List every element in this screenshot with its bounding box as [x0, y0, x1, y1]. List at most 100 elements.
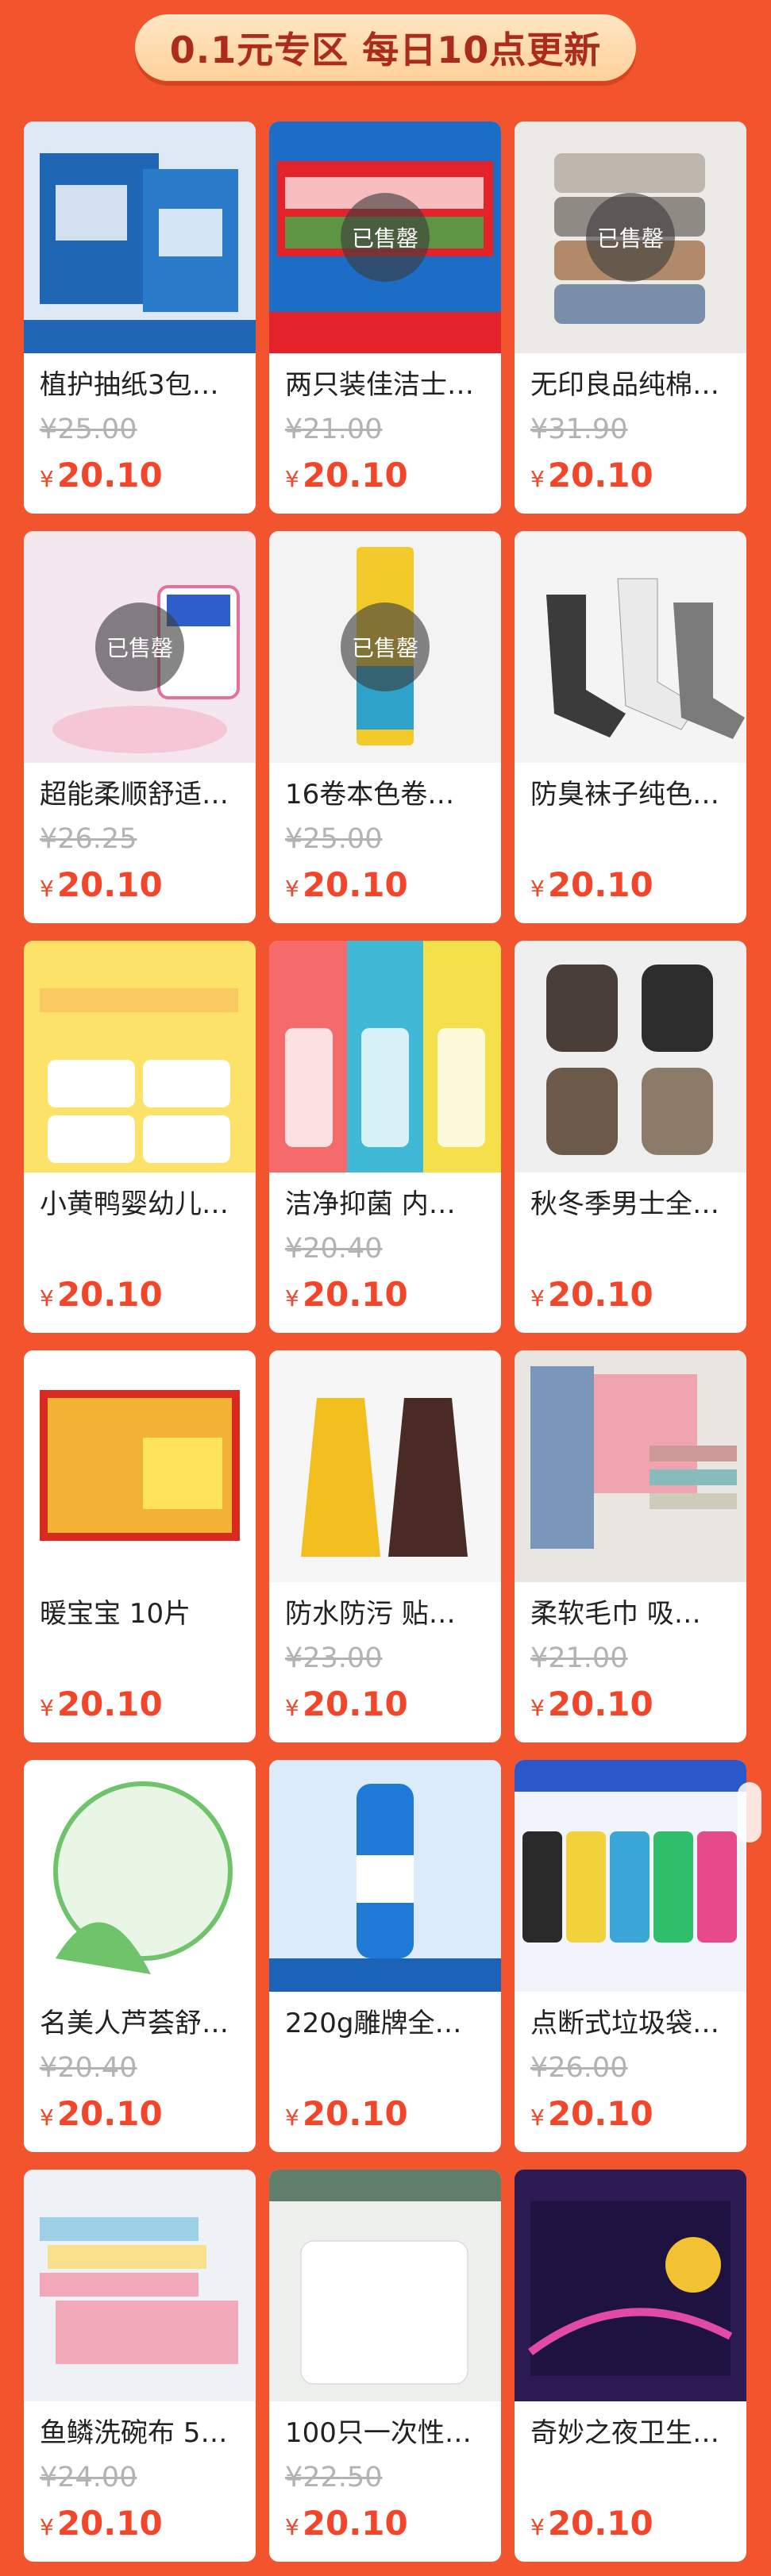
product-name: 100只一次性…	[285, 2417, 472, 2449]
product-card[interactable]: 小黄鸭婴幼儿… ¥20.10	[24, 941, 256, 1333]
product-image[interactable]	[515, 941, 746, 1172]
product-card[interactable]: 奇妙之夜卫生… ¥20.10	[515, 2170, 746, 2562]
product-grid: 植护抽纸3包… ¥25.00 ¥20.10 已售罄 两只装佳洁士… ¥21.00 ¥20.…	[24, 121, 747, 2562]
product-image[interactable]	[515, 1760, 746, 1992]
sale-price: ¥20.10	[40, 864, 163, 913]
product-card[interactable]: 名美人芦荟舒… ¥20.40 ¥20.10	[24, 1760, 256, 2152]
currency-symbol: ¥	[40, 1695, 54, 1721]
original-price: ¥31.90	[530, 414, 628, 445]
product-card[interactable]: 鱼鳞洗碗布 5… ¥24.00 ¥20.10	[24, 2170, 256, 2562]
sale-price: ¥20.10	[40, 1274, 163, 1323]
sold-out-badge: 已售罄	[341, 603, 430, 691]
product-card[interactable]: 防水防污 贴… ¥23.00 ¥20.10	[269, 1350, 501, 1742]
price-amount: 20.10	[547, 456, 653, 495]
product-image[interactable]	[515, 1350, 746, 1582]
product-card[interactable]: 已售罄 两只装佳洁士… ¥21.00 ¥20.10	[269, 121, 501, 514]
price-amount: 20.10	[302, 1275, 408, 1314]
price-amount: 20.10	[302, 2094, 408, 2133]
product-image[interactable]	[24, 941, 256, 1172]
product-image[interactable]	[269, 1350, 501, 1582]
product-name: 暖宝宝 10片	[40, 1598, 191, 1630]
product-card[interactable]: 柔软毛巾 吸… ¥21.00 ¥20.10	[515, 1350, 746, 1742]
product-name: 220g雕牌全…	[285, 2008, 462, 2039]
currency-symbol: ¥	[285, 466, 299, 492]
sold-out-badge: 已售罄	[586, 193, 675, 282]
product-card[interactable]: 100只一次性… ¥22.50 ¥20.10	[269, 2170, 501, 2562]
product-image[interactable]	[515, 2170, 746, 2401]
product-card[interactable]: 植护抽纸3包… ¥25.00 ¥20.10	[24, 121, 256, 514]
price-amount: 20.10	[56, 2094, 163, 2133]
sale-price: ¥20.10	[530, 864, 653, 913]
product-card[interactable]: 暖宝宝 10片 ¥20.10	[24, 1350, 256, 1742]
product-card[interactable]: 已售罄无印良品纯棉… ¥31.90 ¥20.10	[515, 121, 746, 514]
product-name: 无印良品纯棉…	[530, 369, 719, 401]
sale-price: ¥20.10	[285, 455, 408, 503]
sale-price: ¥20.10	[285, 1274, 408, 1323]
currency-symbol: ¥	[285, 2104, 299, 2131]
product-image[interactable]	[269, 941, 501, 1172]
currency-symbol: ¥	[285, 1695, 299, 1721]
product-card[interactable]: 秋冬季男士全… ¥20.10	[515, 941, 746, 1333]
product-image[interactable]: 已售罄	[515, 121, 746, 353]
product-name: 植护抽纸3包…	[40, 369, 219, 401]
product-image[interactable]	[24, 2170, 256, 2401]
sale-price: ¥20.10	[40, 2093, 163, 2142]
product-name: 柔软毛巾 吸…	[530, 1598, 701, 1630]
product-card[interactable]: 防臭袜子纯色… ¥20.10	[515, 531, 746, 923]
sale-price: ¥20.10	[285, 2093, 408, 2142]
original-price: ¥21.00	[530, 1642, 628, 1674]
currency-symbol: ¥	[285, 1285, 299, 1311]
product-name: 超能柔顺舒适…	[40, 779, 229, 811]
price-amount: 20.10	[302, 1685, 408, 1723]
product-name: 防臭袜子纯色…	[530, 779, 719, 811]
product-card[interactable]: 220g雕牌全… ¥20.10	[269, 1760, 501, 2152]
product-image[interactable]	[269, 1760, 501, 1992]
price-amount: 20.10	[302, 456, 408, 495]
price-amount: 20.10	[56, 456, 163, 495]
currency-symbol: ¥	[285, 2514, 299, 2540]
product-image[interactable]: 已售罄	[269, 121, 501, 353]
currency-symbol: ¥	[40, 2104, 54, 2131]
price-amount: 20.10	[547, 1685, 653, 1723]
price-amount: 20.10	[302, 2504, 408, 2543]
product-name: 洁净抑菌 内…	[285, 1188, 456, 1220]
product-card[interactable]: 点断式垃圾袋… ¥26.00 ¥20.10	[515, 1760, 746, 2152]
product-image[interactable]	[24, 1760, 256, 1992]
product-card[interactable]: 已售罄 16卷本色卷… ¥25.00 ¥20.10	[269, 531, 501, 923]
product-image[interactable]	[24, 1350, 256, 1582]
price-amount: 20.10	[302, 865, 408, 904]
product-image[interactable]	[269, 2170, 501, 2401]
currency-symbol: ¥	[40, 2514, 54, 2540]
currency-symbol: ¥	[285, 876, 299, 902]
product-card[interactable]: 已售罄超能柔顺舒适… ¥26.25 ¥20.10	[24, 531, 256, 923]
product-image[interactable]	[515, 531, 746, 763]
currency-symbol: ¥	[530, 2514, 545, 2540]
currency-symbol: ¥	[530, 1695, 545, 1721]
original-price: ¥26.25	[40, 823, 137, 855]
product-name: 鱼鳞洗碗布 5…	[40, 2417, 228, 2449]
product-image[interactable]: 已售罄	[24, 531, 256, 763]
currency-symbol: ¥	[530, 1285, 545, 1311]
sale-price: ¥20.10	[285, 864, 408, 913]
product-image[interactable]: 已售罄	[269, 531, 501, 763]
sale-price: ¥20.10	[285, 1684, 408, 1732]
original-price: ¥25.00	[40, 414, 137, 445]
price-amount: 20.10	[547, 2504, 653, 2543]
price-amount: 20.10	[547, 2094, 653, 2133]
product-card[interactable]: 洁净抑菌 内… ¥20.40 ¥20.10	[269, 941, 501, 1333]
sale-price: ¥20.10	[530, 2503, 653, 2551]
price-amount: 20.10	[56, 1275, 163, 1314]
sale-price: ¥20.10	[530, 455, 653, 503]
scroll-handle[interactable]	[738, 1782, 761, 1842]
product-name: 名美人芦荟舒…	[40, 2008, 229, 2039]
price-amount: 20.10	[56, 865, 163, 904]
currency-symbol: ¥	[530, 2104, 545, 2131]
currency-symbol: ¥	[530, 466, 545, 492]
price-amount: 20.10	[547, 865, 653, 904]
promo-banner: 0.1元专区 每日10点更新	[0, 0, 771, 95]
original-price: ¥20.40	[40, 2052, 137, 2084]
original-price: ¥25.00	[285, 823, 383, 855]
product-image[interactable]	[24, 121, 256, 353]
original-price: ¥23.00	[285, 1642, 383, 1674]
original-price: ¥20.40	[285, 1233, 383, 1265]
